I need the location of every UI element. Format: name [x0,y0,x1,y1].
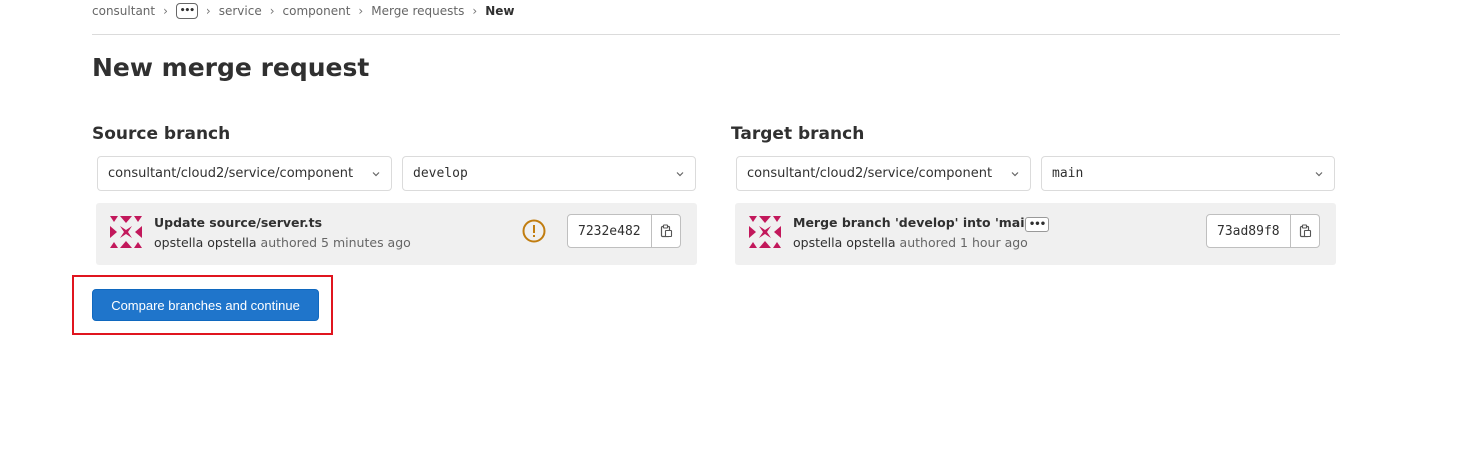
copy-sha-button[interactable] [652,215,680,247]
breadcrumb-service[interactable]: service [219,4,262,18]
source-commit-sha[interactable]: 7232e482 [568,215,652,247]
user-avatar-icon[interactable] [106,212,146,252]
chevron-down-icon [1314,169,1324,179]
source-commit-sha-group: 7232e482 [567,214,681,248]
target-branch-dropdown[interactable]: main [1041,156,1335,191]
target-project-value: consultant/cloud2/service/component [747,166,993,181]
target-commit-title-link[interactable]: Merge branch 'develop' into 'main' [793,215,1037,230]
breadcrumb-consultant[interactable]: consultant [92,4,155,18]
chevron-down-icon [675,169,685,179]
target-branch-heading: Target branch [731,124,865,144]
source-commit-author-link[interactable]: opstella opstella [154,235,257,250]
header-divider [92,34,1340,35]
target-commit-sha[interactable]: 73ad89f8 [1207,215,1291,247]
compare-branches-button[interactable]: Compare branches and continue [92,289,319,321]
source-commit-time: authored 5 minutes ago [256,235,411,250]
breadcrumb-separator: › [269,4,275,18]
commit-description-toggle-button[interactable]: ••• [1025,217,1049,232]
target-commit-author-link[interactable]: opstella opstella [793,235,896,250]
source-project-value: consultant/cloud2/service/component [108,166,354,181]
source-branch-dropdown[interactable]: develop [402,156,696,191]
warning-circle-icon[interactable] [522,219,546,243]
breadcrumb-separator: › [163,4,168,18]
breadcrumb-more-button[interactable]: ••• [175,3,198,19]
breadcrumb-merge-requests[interactable]: Merge requests [371,4,464,18]
clipboard-icon [660,224,672,238]
copy-sha-button[interactable] [1291,215,1319,247]
source-branch-heading: Source branch [92,124,231,144]
source-commit-meta: opstella opstella authored 5 minutes ago [154,235,411,250]
source-commit-title-link[interactable]: Update source/server.ts [154,215,322,230]
chevron-down-icon [1010,169,1020,179]
target-commit-card: Merge branch 'develop' into 'main' ••• o… [735,203,1336,265]
source-branch-value: develop [413,166,468,181]
target-branch-value: main [1052,166,1084,181]
source-commit-card: Update source/server.ts opstella opstell… [96,203,697,265]
user-avatar-icon[interactable] [745,212,785,252]
breadcrumb-component[interactable]: component [283,4,351,18]
chevron-down-icon [371,169,381,179]
target-commit-time: authored 1 hour ago [895,235,1028,250]
target-commit-meta: opstella opstella authored 1 hour ago [793,235,1028,250]
page-title: New merge request [92,53,370,82]
source-project-dropdown[interactable]: consultant/cloud2/service/component [97,156,392,191]
target-project-dropdown[interactable]: consultant/cloud2/service/component [736,156,1031,191]
breadcrumb-separator: › [205,4,211,18]
breadcrumb: consultant › ••• › service › component ›… [92,3,514,19]
breadcrumb-separator: › [472,4,478,18]
breadcrumb-current: New [485,4,515,18]
clipboard-icon [1299,224,1311,238]
breadcrumb-separator: › [358,4,364,18]
target-commit-sha-group: 73ad89f8 [1206,214,1320,248]
